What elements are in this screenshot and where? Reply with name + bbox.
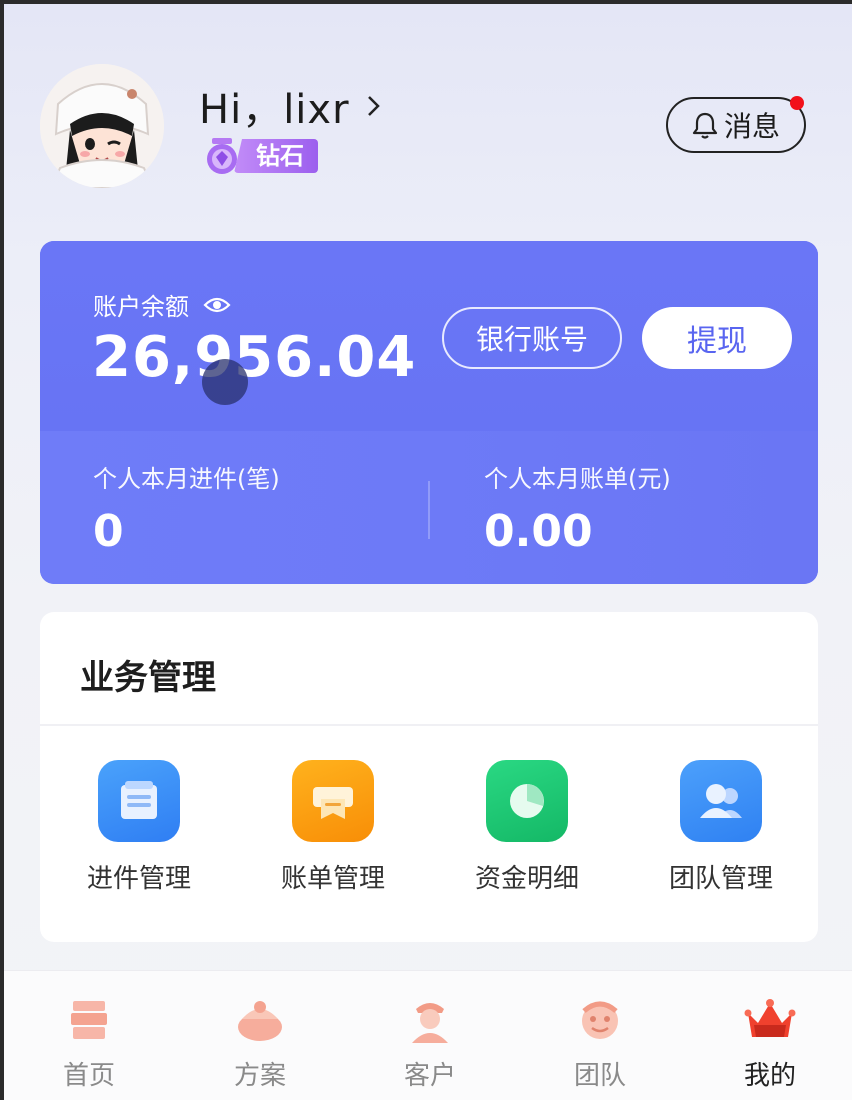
member-level: 钻石 xyxy=(202,136,318,176)
business-panel: 业务管理 进件管理 账单管理 资金明细 团队管理 xyxy=(40,612,818,942)
tab-label: 团队 xyxy=(573,1061,626,1091)
touch-indicator xyxy=(202,359,248,405)
bill-management-item[interactable]: 账单管理 xyxy=(253,760,413,895)
panel-title: 业务管理 xyxy=(80,658,216,698)
stat-value: 0 xyxy=(93,506,124,557)
document-icon xyxy=(98,760,180,842)
monthly-applications-stat[interactable]: 个人本月进件(笔) 0 xyxy=(93,459,280,557)
item-label: 资金明细 xyxy=(474,864,579,894)
item-label: 账单管理 xyxy=(280,864,385,894)
unread-dot xyxy=(790,96,804,110)
balance-label-row: 账户余额 xyxy=(93,287,231,322)
team-tab-icon xyxy=(582,1001,618,1039)
item-label: 进件管理 xyxy=(86,864,191,894)
monthly-bills-stat[interactable]: 个人本月账单(元) 0.00 xyxy=(484,459,671,557)
balance-card: 账户余额 26,956.04 银行账号 提现 个人本月进件(笔) 0 个人本月账… xyxy=(40,241,818,584)
withdraw-button[interactable]: 提现 xyxy=(642,307,792,369)
stat-value: 0.00 xyxy=(484,506,593,557)
avatar[interactable] xyxy=(40,64,164,188)
user-greeting: Hi，lixr xyxy=(199,87,350,133)
fund-details-item[interactable]: 资金明细 xyxy=(447,760,607,895)
balance-amount: 26,956.04 xyxy=(92,325,417,390)
balance-label: 账户余额 xyxy=(93,293,189,321)
item-label: 团队管理 xyxy=(668,864,773,894)
pie-chart-icon xyxy=(486,760,568,842)
level-badge: 钻石 xyxy=(234,139,318,173)
tab-label: 方案 xyxy=(233,1061,286,1091)
tab-mine[interactable]: 我的 xyxy=(710,995,830,1092)
team-icon xyxy=(680,760,762,842)
bell-icon xyxy=(692,112,718,139)
message-button[interactable]: 消息 xyxy=(666,97,806,153)
crown-icon xyxy=(744,999,796,1037)
stat-label: 个人本月进件(笔) xyxy=(93,465,280,493)
application-management-item[interactable]: 进件管理 xyxy=(59,760,219,895)
greeting-row[interactable]: Hi，lixr xyxy=(199,78,382,134)
tab-team[interactable]: 团队 xyxy=(540,995,660,1092)
eye-icon[interactable] xyxy=(203,295,231,315)
bill-icon xyxy=(292,760,374,842)
tab-plan[interactable]: 方案 xyxy=(200,995,320,1092)
divider xyxy=(40,724,818,726)
chevron-right-icon xyxy=(367,96,380,116)
tab-customer[interactable]: 客户 xyxy=(370,995,490,1092)
tab-label: 客户 xyxy=(403,1061,456,1091)
stat-divider xyxy=(428,481,430,539)
tab-label: 我的 xyxy=(743,1061,796,1091)
customer-icon xyxy=(412,1003,448,1043)
app-screen: Hi，lixr 钻石 消息 账户余额 26,956.04 银行账号 提现 个人本… xyxy=(4,4,852,1100)
message-label: 消息 xyxy=(723,111,780,142)
plan-icon xyxy=(238,1001,282,1041)
stat-label: 个人本月账单(元) xyxy=(484,465,671,493)
bottom-tab-bar: 首页 方案 客户 团队 我的 xyxy=(4,970,852,1100)
tab-label: 首页 xyxy=(62,1061,115,1091)
team-management-item[interactable]: 团队管理 xyxy=(641,760,801,895)
avatar-image xyxy=(40,64,164,188)
home-icon xyxy=(71,1001,107,1039)
tab-home[interactable]: 首页 xyxy=(29,995,149,1092)
bank-account-button[interactable]: 银行账号 xyxy=(442,307,622,369)
